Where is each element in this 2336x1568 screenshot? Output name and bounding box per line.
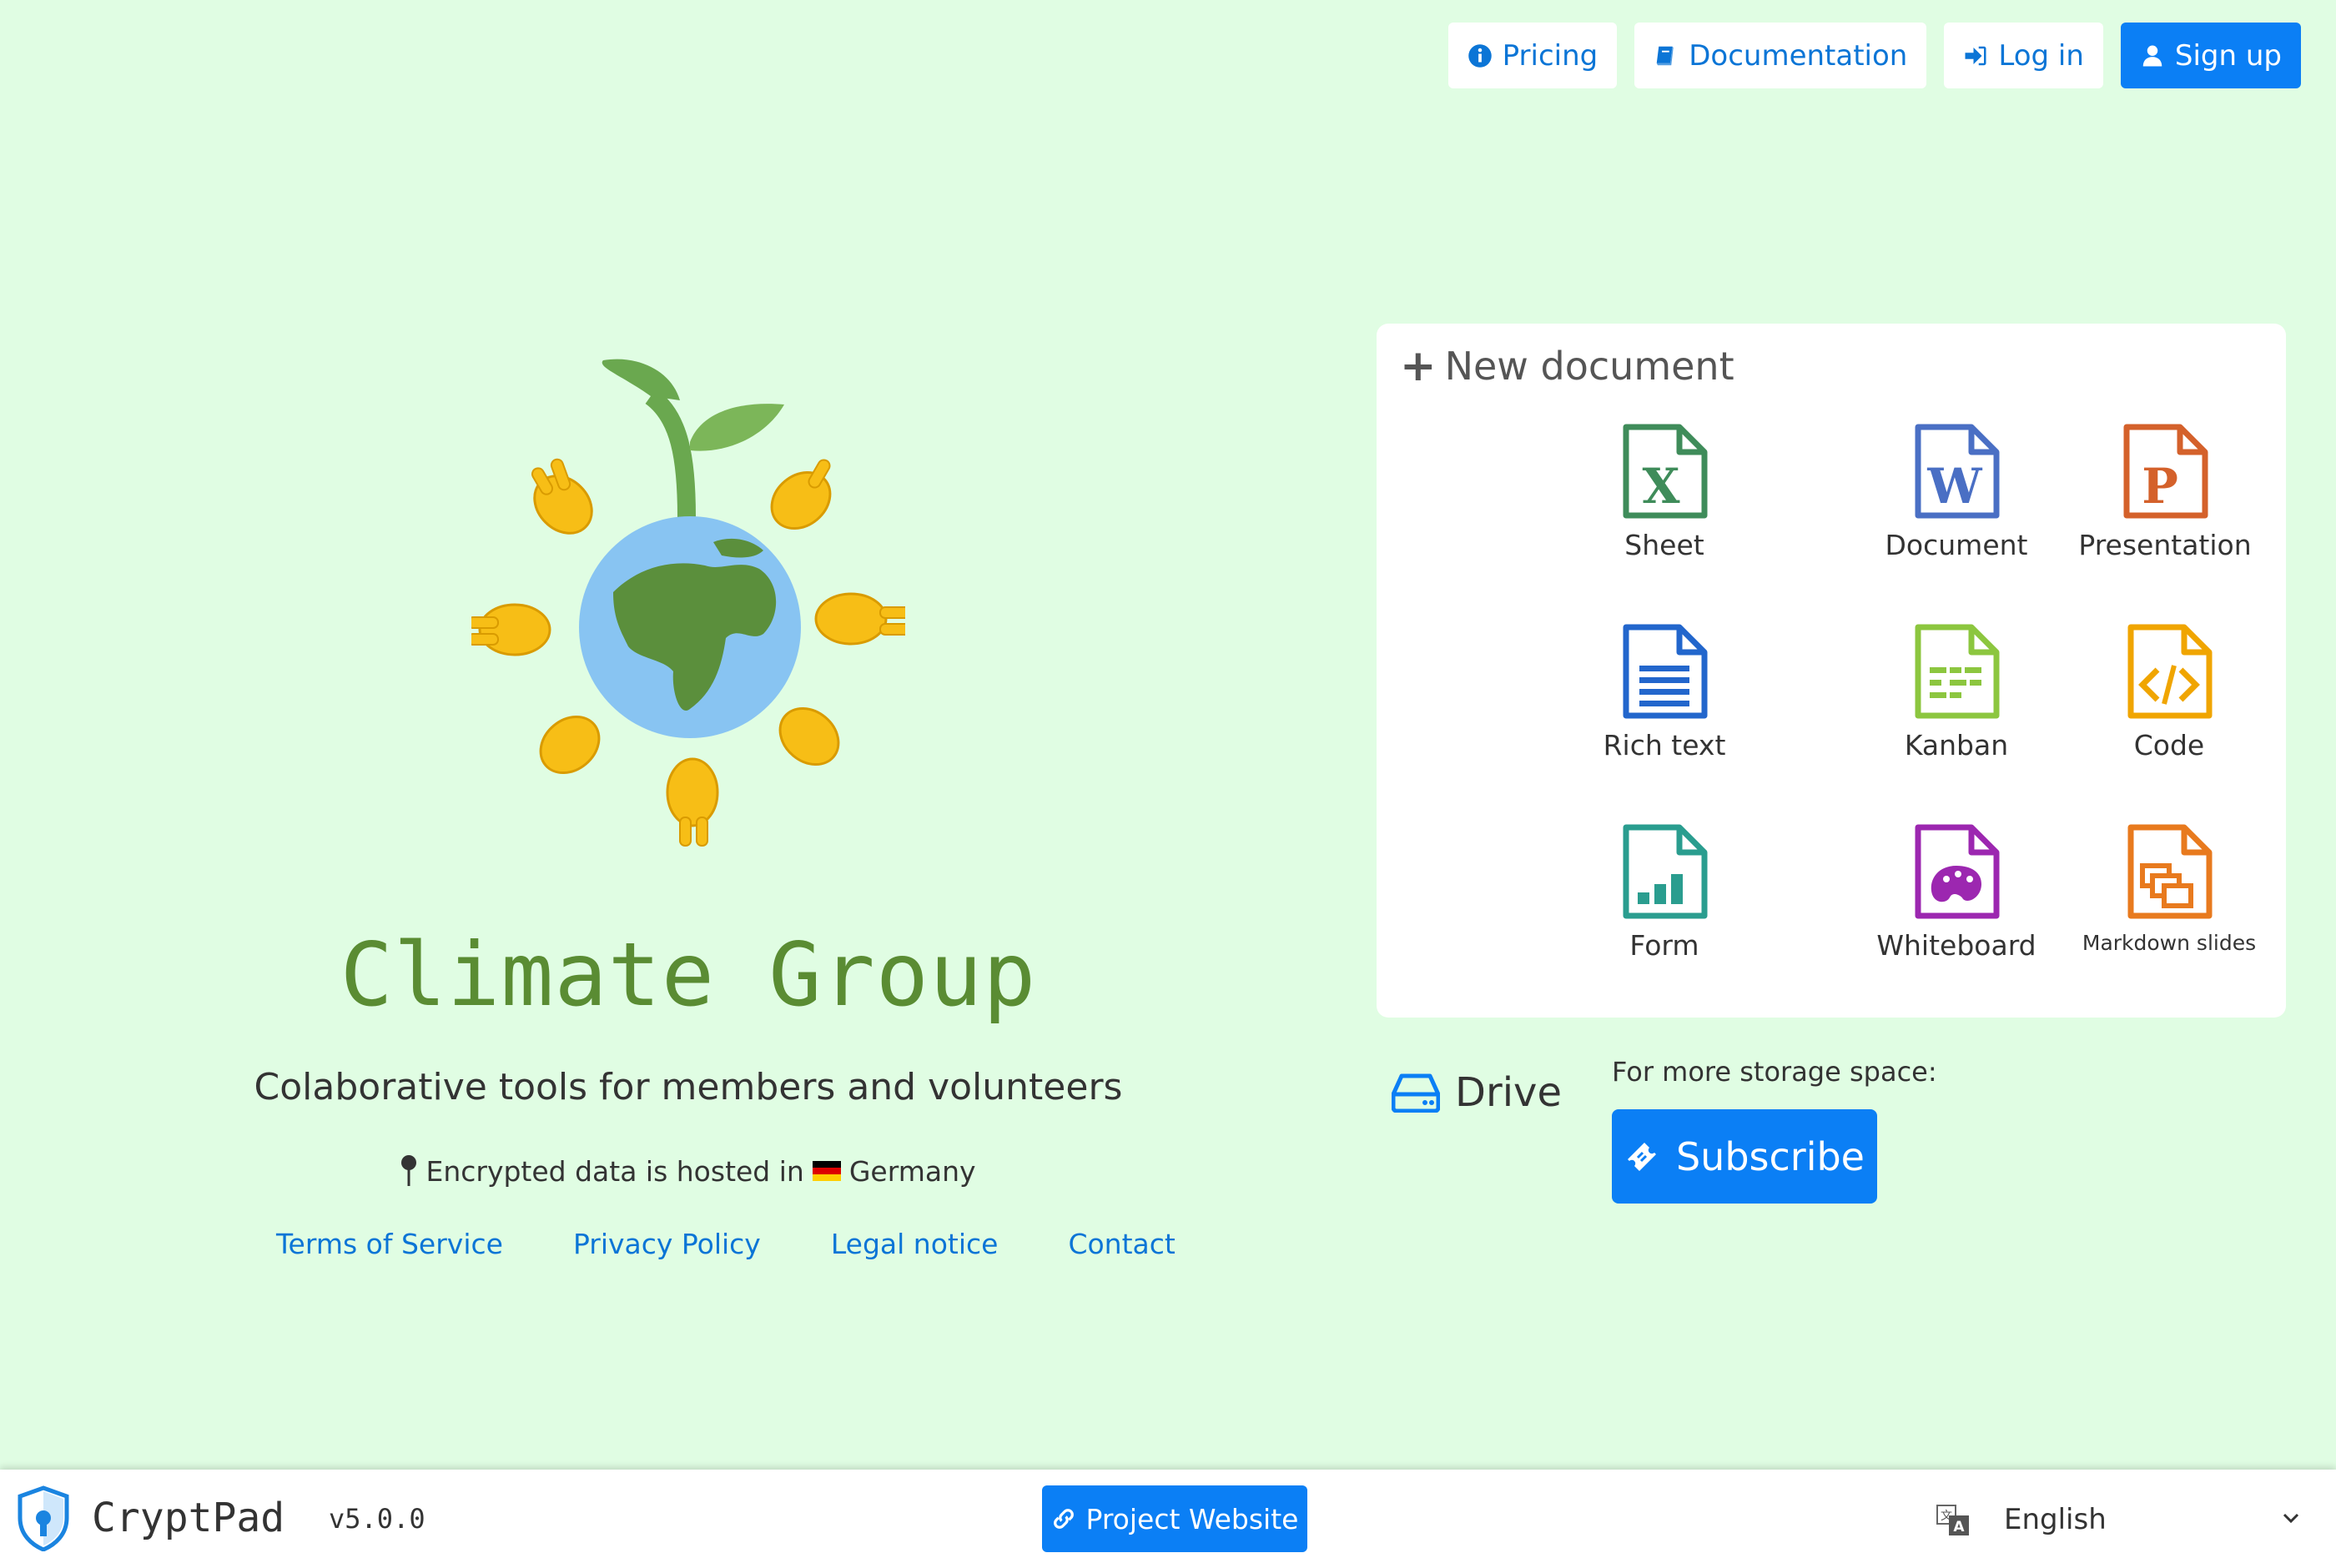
hosting-info: Encrypted data is hosted in Germany [0, 1154, 1377, 1188]
language-icon: 文 A [1936, 1505, 1969, 1535]
drive-button[interactable]: Drive [1392, 1069, 1562, 1116]
user-icon [2142, 45, 2162, 66]
terms-link[interactable]: Terms of Service [276, 1228, 503, 1260]
language-select[interactable]: 文 A English [1936, 1495, 2303, 1545]
svg-text:A: A [1953, 1519, 1965, 1535]
climate-globe-logo [471, 359, 905, 847]
documentation-label: Documentation [1689, 38, 1908, 73]
brand-name: CryptPad [92, 1495, 285, 1541]
chevron-down-icon [2283, 1513, 2299, 1524]
legal-links: Terms of Service Privacy Policy Legal no… [276, 1228, 1176, 1260]
map-pin-icon [401, 1155, 417, 1186]
sign-in-icon [1965, 46, 1986, 65]
pricing-button[interactable]: Pricing [1447, 23, 1618, 88]
kanban-icon [1915, 624, 2000, 719]
documentation-button[interactable]: Documentation [1634, 23, 1927, 88]
markdown-slides-icon [2127, 824, 2213, 919]
presentation-label: Presentation [2078, 529, 2252, 561]
ticket-icon [1627, 1142, 1656, 1171]
cryptpad-logo-icon [18, 1485, 69, 1551]
new-markdown-slides-button[interactable]: Markdown slides [2044, 824, 2294, 955]
form-icon [1623, 824, 1708, 919]
new-sheet-button[interactable]: X Sheet [1539, 424, 1790, 561]
legal-notice-link[interactable]: Legal notice [831, 1228, 999, 1260]
login-button[interactable]: Log in [1944, 23, 2103, 88]
new-code-button[interactable]: Code [2044, 624, 2294, 761]
cryptpad-brand[interactable]: CryptPad [15, 1485, 284, 1551]
form-label: Form [1629, 929, 1699, 962]
new-form-button[interactable]: Form [1539, 824, 1790, 962]
document-icon: W [1915, 424, 2000, 519]
language-value: English [2004, 1503, 2107, 1536]
login-label: Log in [1998, 38, 2084, 73]
svg-text:W: W [1926, 458, 1982, 515]
code-icon [2127, 624, 2213, 719]
drive-label: Drive [1455, 1069, 1562, 1116]
tagline: Colaborative tools for members and volun… [254, 1066, 1123, 1108]
new-document-title: New document [1444, 344, 1734, 389]
rich-text-icon [1623, 624, 1708, 719]
signup-button[interactable]: Sign up [2120, 23, 2301, 88]
whiteboard-icon [1915, 824, 2000, 919]
storage-label: For more storage space: [1612, 1056, 1937, 1088]
new-document-card: + New document X Sheet W Document P Pres… [1377, 324, 2286, 1018]
germany-flag-icon [812, 1161, 841, 1181]
presentation-icon: P [2123, 424, 2208, 519]
link-icon [1053, 1509, 1074, 1529]
signup-label: Sign up [2174, 38, 2282, 73]
top-nav: Pricing Documentation Log in Sign up [1447, 23, 2301, 88]
book-icon [1657, 46, 1674, 65]
hosted-prefix: Encrypted data is hosted in [425, 1154, 804, 1188]
new-presentation-button[interactable]: P Presentation [2044, 424, 2286, 561]
markdown-slides-label: Markdown slides [2082, 931, 2257, 955]
subscribe-label: Subscribe [1675, 1133, 1865, 1179]
bottom-bar: CryptPad v5.0.0 Project Website 文 A Engl… [0, 1470, 2336, 1568]
new-document-header: + New document [1400, 344, 1734, 389]
hard-drive-icon [1392, 1073, 1440, 1113]
project-website-button[interactable]: Project Website [1042, 1485, 1307, 1552]
plus-icon: + [1400, 341, 1437, 391]
contact-link[interactable]: Contact [1068, 1228, 1175, 1260]
pricing-label: Pricing [1502, 38, 1598, 73]
info-icon [1468, 43, 1492, 68]
privacy-link[interactable]: Privacy Policy [573, 1228, 761, 1260]
new-rich-text-button[interactable]: Rich text [1539, 624, 1790, 761]
hosted-country: Germany [848, 1154, 976, 1188]
code-label: Code [2133, 729, 2205, 761]
subscribe-button[interactable]: Subscribe [1612, 1109, 1877, 1204]
rich-text-label: Rich text [1603, 729, 1726, 761]
sheet-icon: X [1623, 424, 1708, 519]
group-title: Climate Group [340, 924, 1037, 1026]
svg-text:X: X [1642, 458, 1679, 515]
project-website-label: Project Website [1085, 1502, 1299, 1535]
svg-text:P: P [2142, 458, 2178, 515]
version-label: v5.0.0 [329, 1503, 425, 1535]
sheet-label: Sheet [1624, 529, 1704, 561]
